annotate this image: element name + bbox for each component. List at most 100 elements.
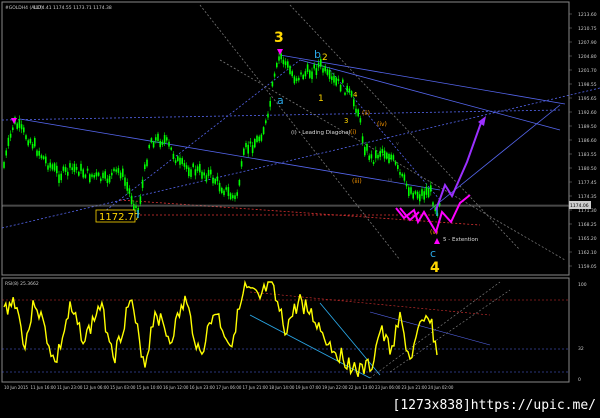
candle-body — [107, 179, 109, 183]
candle-body — [404, 174, 406, 180]
candle-body — [102, 173, 104, 178]
price-tick-label: 1207.90 — [578, 40, 597, 46]
price-tick-label: 1201.70 — [578, 68, 597, 74]
wave-2-label: 2 — [322, 53, 328, 63]
candle-body — [12, 127, 14, 130]
candle-body — [397, 165, 399, 169]
candle-body — [19, 119, 21, 128]
price-tick-label: 1177.45 — [578, 180, 597, 186]
candle-body — [258, 137, 260, 142]
date-tick-label: 12 Jun 06:00 — [84, 385, 110, 390]
candle-body — [190, 169, 192, 177]
rsi-scale-bottom: 0 — [578, 377, 581, 383]
candle-body — [256, 136, 258, 142]
date-tick-label: 23 Jun 06:00 — [375, 385, 401, 390]
candle-body — [324, 66, 326, 71]
candle-body — [175, 160, 177, 163]
candle-body — [45, 157, 47, 164]
candle-body — [34, 138, 36, 146]
candle-body — [371, 154, 373, 158]
date-tick-label: 16 Jun 23:00 — [190, 385, 216, 390]
wave-ii-label: (ii) — [362, 110, 370, 117]
candle-body — [344, 93, 346, 95]
candle-body — [362, 136, 364, 142]
candle-body — [357, 109, 359, 116]
candle-body — [426, 187, 428, 195]
candle-body — [243, 149, 245, 155]
candle-body — [406, 184, 408, 187]
price-tick-label: 1165.20 — [578, 236, 597, 242]
candle-body — [170, 148, 172, 150]
candle-body — [419, 194, 421, 201]
date-tick-label: 15 Jun 10:00 — [137, 385, 163, 390]
candle-body — [177, 156, 179, 161]
candle-body — [384, 151, 386, 159]
candle-body — [230, 193, 232, 199]
candle-body — [421, 189, 423, 196]
candle-body — [63, 167, 65, 171]
candle-body — [85, 175, 87, 178]
candle-body — [195, 169, 197, 175]
candle-body — [366, 144, 368, 151]
candle-body — [423, 191, 425, 199]
candle-body — [373, 162, 375, 164]
price-chart[interactable]: #GOLDH4 (AUD) 1174.41 1174.55 1173.71 11… — [0, 0, 600, 414]
candle-body — [80, 164, 82, 171]
candle-body — [252, 145, 254, 153]
candle-body — [335, 78, 337, 86]
wave-iii-label: (iii) — [352, 178, 362, 185]
date-tick-label: 19 Jun 07:00 — [296, 385, 322, 390]
candle-body — [305, 71, 307, 76]
candle-body — [129, 188, 131, 193]
candle-body — [221, 188, 223, 193]
candle-body — [219, 183, 221, 191]
candle-body — [212, 178, 214, 184]
candle-body — [327, 69, 329, 75]
candle-body — [401, 174, 403, 176]
candle-body — [109, 176, 111, 182]
date-tick-label: 22 Jun 13:00 — [349, 385, 375, 390]
candle-body — [346, 86, 348, 92]
candle-body — [113, 169, 115, 171]
candle-body — [8, 138, 10, 146]
wave-c-label: c — [430, 247, 436, 260]
candle-body — [100, 179, 102, 182]
candle-body — [289, 66, 291, 74]
candle-body — [49, 163, 51, 168]
candle-body — [274, 74, 276, 77]
date-tick-label: 23 Jun 21:00 — [402, 385, 428, 390]
candle-body — [329, 70, 331, 79]
wave-1-label: 1 — [318, 94, 324, 104]
candle-body — [278, 56, 280, 60]
candle-body — [67, 172, 69, 176]
rsi-scale-top: 100 — [578, 282, 587, 288]
candle-body — [118, 168, 120, 173]
candle-body — [353, 99, 355, 106]
candle-body — [311, 71, 313, 79]
candle-body — [302, 75, 304, 79]
candle-body — [201, 172, 203, 179]
date-tick-label: 16 Jun 12:00 — [163, 385, 189, 390]
candle-body — [254, 139, 256, 147]
candle-body — [309, 70, 311, 77]
candle-body — [166, 137, 168, 140]
candle-body — [23, 127, 25, 132]
candle-body — [239, 180, 241, 185]
extension-label: 5 - Extention — [443, 237, 479, 243]
candle-body — [379, 151, 381, 157]
candle-body — [96, 172, 98, 176]
candle-body — [146, 160, 148, 167]
candle-body — [184, 163, 186, 167]
candle-body — [276, 63, 278, 67]
candle-body — [142, 180, 144, 188]
candle-body — [410, 187, 412, 193]
candle-body — [115, 169, 117, 171]
candle-body — [223, 191, 225, 195]
candle-body — [140, 196, 142, 203]
candle-body — [3, 162, 5, 168]
candle-body — [56, 166, 58, 173]
candle-body — [122, 169, 124, 177]
price-tick-label: 1195.65 — [578, 96, 597, 102]
rsi-scale-mid: 32 — [578, 346, 584, 352]
price-tick-label: 1213.60 — [578, 12, 597, 18]
